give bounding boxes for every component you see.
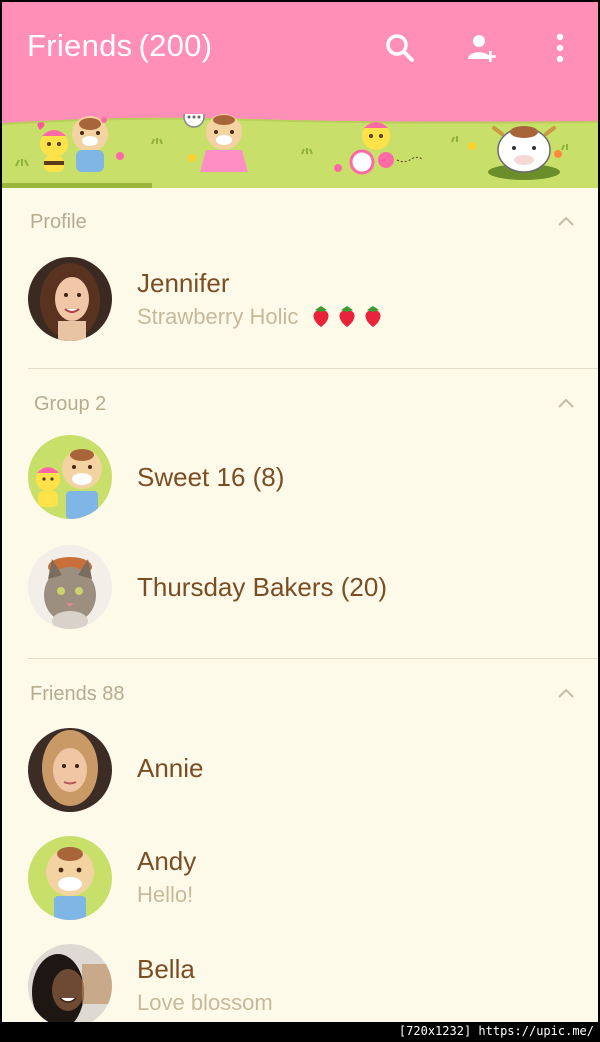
- friends-screen: Friends (200) Profile Jennifer Strawberr…: [2, 2, 598, 1022]
- title-text: Friends: [27, 28, 133, 63]
- friend-row[interactable]: Andy Hello!: [2, 824, 598, 928]
- chevron-up-icon[interactable]: [554, 210, 578, 234]
- avatar[interactable]: [28, 836, 112, 920]
- friend-name: Annie: [137, 753, 204, 783]
- character-banner: [2, 114, 598, 188]
- add-friend-button[interactable]: [460, 26, 504, 70]
- chevron-up-icon[interactable]: [554, 682, 578, 706]
- friend-photo: [28, 944, 112, 1022]
- section-header-group[interactable]: Group 2: [2, 370, 598, 415]
- section-label: Profile: [30, 211, 87, 233]
- page-title: Friends (200): [27, 28, 212, 64]
- watermark: [720x1232] https://upic.me/: [398, 1024, 594, 1038]
- friend-photo: [28, 728, 112, 812]
- avatar[interactable]: [28, 545, 112, 629]
- friend-count: (200): [138, 28, 213, 63]
- search-button[interactable]: [378, 26, 422, 70]
- friend-status: Hello!: [137, 882, 194, 907]
- friend-photo: [28, 836, 112, 920]
- profile-row[interactable]: Jennifer Strawberry Holic: [2, 246, 598, 350]
- group-name: Thursday Bakers (20): [137, 572, 387, 602]
- bear-character: [72, 116, 108, 172]
- avatar[interactable]: [28, 728, 112, 812]
- overflow-menu-button[interactable]: [538, 26, 582, 70]
- profile-status-text: Strawberry Holic: [137, 304, 299, 329]
- avatar[interactable]: [28, 435, 112, 519]
- profile-name: Jennifer: [137, 268, 230, 298]
- add-friend-icon: [468, 35, 496, 62]
- chevron-up-icon[interactable]: [554, 392, 578, 416]
- group-photo: [28, 545, 112, 629]
- group-name: Sweet 16 (8): [137, 462, 285, 492]
- group-photo: [28, 435, 112, 519]
- section-label: Group 2: [34, 393, 107, 415]
- section-header-friends[interactable]: Friends 88: [2, 660, 598, 705]
- more-vert-icon: [556, 33, 564, 63]
- friend-row[interactable]: Bella Love blossom: [2, 932, 598, 1022]
- avatar[interactable]: [28, 944, 112, 1022]
- search-icon: [386, 34, 414, 62]
- strawberry-icon: [313, 306, 380, 327]
- divider: [28, 368, 598, 369]
- profile-photo: [28, 257, 112, 341]
- section-header-profile[interactable]: Profile: [2, 188, 598, 233]
- avatar[interactable]: [28, 257, 112, 341]
- profile-status: Strawberry Holic: [137, 304, 389, 330]
- top-app-bar: Friends (200): [2, 2, 598, 188]
- section-label: Friends 88: [30, 683, 125, 705]
- friend-name: Bella: [137, 954, 195, 984]
- group-row[interactable]: Sweet 16 (8): [2, 424, 598, 528]
- group-row[interactable]: Thursday Bakers (20): [2, 534, 598, 638]
- friend-row[interactable]: Annie: [2, 716, 598, 820]
- friend-status: Love blossom: [137, 990, 273, 1015]
- friend-name: Andy: [137, 846, 197, 876]
- divider: [28, 658, 598, 659]
